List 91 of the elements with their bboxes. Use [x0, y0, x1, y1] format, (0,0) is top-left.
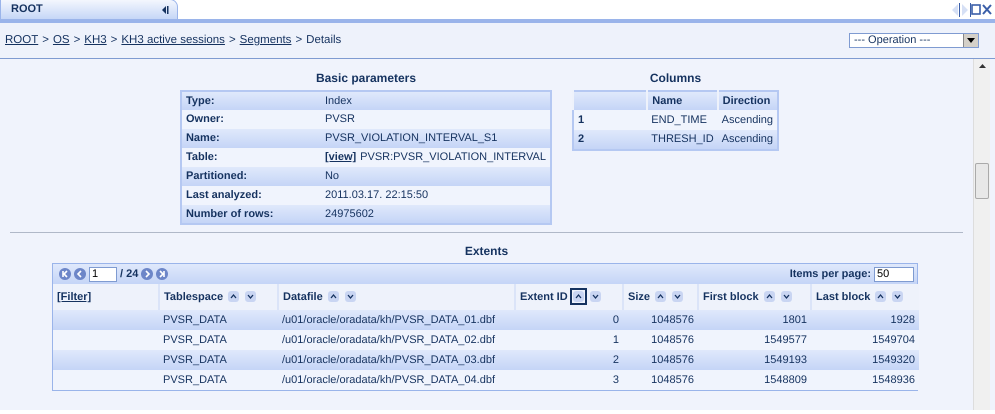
sort-ascending-icon[interactable]: [654, 290, 668, 304]
sort-ascending-icon[interactable]: [874, 290, 888, 304]
sort-descending-icon[interactable]: [780, 290, 793, 304]
page-count: / 24: [120, 266, 138, 282]
breadcrumb-link[interactable]: Segments: [240, 34, 292, 46]
items-per-page-label: Items per page:: [790, 266, 871, 282]
parameter-value: PVSR:PVSR_VIOLATION_INTERVAL: [360, 151, 546, 164]
maximize-icon[interactable]: [970, 3, 981, 17]
section-title: Extents: [464, 243, 510, 260]
breadcrumb-link[interactable]: ROOT: [5, 34, 38, 46]
column-header: Datafile: [283, 290, 323, 303]
parameter-value: 2011.03.17. 22:15:50: [320, 186, 552, 205]
section-title: Basic parameters: [314, 70, 418, 87]
table-cell: 1: [515, 330, 623, 350]
breadcrumb-link[interactable]: KH3 active sessions: [121, 34, 225, 46]
table-cell: /u01/oracle/oradata/kh/PVSR_DATA_02.dbf: [278, 330, 515, 350]
column-header: Direction: [718, 91, 778, 110]
parameter-label: Type:: [180, 91, 321, 110]
table-cell: 0: [515, 310, 623, 330]
table-cell: 2: [515, 350, 623, 370]
previous-page-icon[interactable]: [74, 268, 86, 280]
operation-select[interactable]: --- Operation ---: [849, 33, 979, 48]
table-cell: Ascending: [718, 130, 778, 150]
sort-ascending-icon[interactable]: [326, 290, 340, 304]
close-icon[interactable]: [982, 3, 992, 17]
sort-descending-icon[interactable]: [891, 290, 904, 304]
breadcrumb-link[interactable]: OS: [52, 34, 70, 46]
table-cell: 2: [573, 130, 648, 150]
parameter-value: Index: [320, 91, 552, 110]
column-header: First block: [703, 290, 759, 303]
column-header: Last block: [816, 290, 870, 303]
parameter-label: Partitioned:: [180, 167, 321, 186]
table-cell: 1928: [811, 310, 919, 330]
dropdown-arrow-icon[interactable]: [967, 38, 975, 43]
table-cell: END_TIME: [647, 110, 718, 130]
table-cell: PVSR_DATA: [159, 330, 278, 350]
column-header: Name: [647, 91, 718, 110]
view-link[interactable]: [view]: [324, 151, 356, 164]
parameter-label: Number of rows:: [180, 205, 321, 224]
collapse-icon[interactable]: [162, 6, 169, 14]
section-title: Columns: [648, 70, 702, 87]
filter-link[interactable]: [Filter]: [57, 290, 92, 303]
page-field[interactable]: 1: [89, 266, 117, 282]
table-cell: THRESH_ID: [647, 130, 718, 150]
breadcrumb-separator: >: [74, 34, 80, 46]
breadcrumb-separator: >: [42, 34, 49, 46]
sort-ascending-icon[interactable]: [572, 290, 585, 304]
breadcrumb-separator: >: [110, 34, 118, 46]
sort-descending-icon[interactable]: [588, 290, 602, 304]
parameter-value: PVSR_VIOLATION_INTERVAL_S1: [320, 129, 552, 148]
column-header: Extent ID: [520, 290, 568, 303]
table-cell: 1048576: [623, 310, 698, 330]
sort-descending-icon[interactable]: [344, 290, 357, 304]
breadcrumb-separator: >: [228, 34, 236, 46]
breadcrumb-separator: >: [295, 34, 302, 46]
sort-descending-icon[interactable]: [244, 290, 258, 304]
column-header: Tablespace: [164, 290, 224, 303]
sort-descending-icon[interactable]: [671, 290, 684, 304]
table-cell: /u01/oracle/oradata/kh/PVSR_DATA_01.dbf: [278, 310, 515, 330]
table-cell: 1549704: [811, 330, 919, 350]
table-cell: 1048576: [623, 330, 698, 350]
table-cell: 1: [573, 110, 648, 130]
parameter-value: 24975602: [320, 205, 552, 224]
table-cell: PVSR_DATA: [159, 310, 278, 330]
parameter-label: Name:: [180, 129, 321, 148]
last-page-icon[interactable]: [156, 268, 168, 280]
parameter-label: Table:: [180, 148, 321, 167]
scroll-left-icon[interactable]: [951, 3, 960, 17]
scrollbar-thumb[interactable]: [975, 163, 989, 199]
parameter-value: No: [320, 167, 552, 186]
table-cell: 1548936: [811, 370, 919, 390]
table-cell: 1801: [698, 310, 811, 330]
breadcrumb-current: Details: [306, 34, 342, 46]
table-cell: 1549193: [698, 350, 811, 370]
next-page-icon[interactable]: [141, 268, 154, 280]
table-cell: /u01/oracle/oradata/kh/PVSR_DATA_03.dbf: [278, 350, 515, 370]
table-cell: PVSR_DATA: [159, 350, 278, 370]
parameter-label: Owner:: [180, 110, 321, 129]
table-cell: Ascending: [718, 110, 778, 130]
items-per-page-field[interactable]: 50: [874, 266, 914, 282]
root-tab[interactable]: ROOT: [0, 0, 178, 19]
table-cell: 1549577: [698, 330, 811, 350]
breadcrumb-link[interactable]: KH3: [84, 34, 107, 46]
sort-ascending-icon[interactable]: [762, 290, 776, 304]
column-header: Size: [628, 290, 650, 303]
table-cell: 1048576: [623, 350, 698, 370]
parameter-value: PVSR: [320, 110, 552, 129]
table-cell: 1549320: [811, 350, 919, 370]
first-page-icon[interactable]: [59, 268, 71, 280]
parameter-label: Last analyzed:: [180, 186, 321, 205]
sort-ascending-icon[interactable]: [227, 290, 240, 304]
